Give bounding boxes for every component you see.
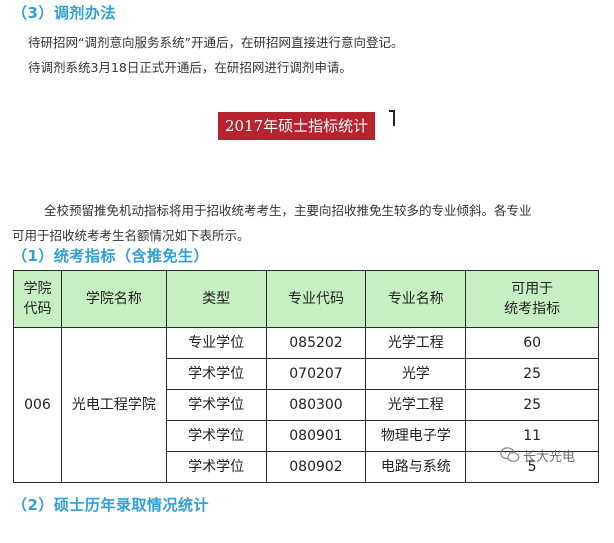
major-name-cell: 光学工程 — [365, 389, 467, 421]
major-name-cell: 物理电子学 — [365, 420, 467, 452]
header-type: 类型 — [165, 270, 267, 328]
major-name-cell: 电路与系统 — [365, 451, 467, 483]
type-cell: 专业学位 — [165, 327, 267, 359]
section3-line2: 待调剂系统3月18日正式开通后，在研招网进行调剂申请。 — [28, 60, 352, 75]
type-cell: 学术学位 — [165, 451, 267, 483]
type-cell: 学术学位 — [165, 389, 267, 421]
section2-title: （2）硕士历年录取情况统计 — [12, 496, 209, 514]
header-college-code-label: 学院 代码 — [23, 281, 52, 317]
type-cell: 学术学位 — [165, 358, 267, 390]
table-header-row: 学院 代码 学院名称 类型 专业代码 专业名称 可用于 统考指标 — [13, 270, 599, 328]
header-college-name: 学院名称 — [60, 270, 167, 328]
banner-text: 2017年硕士指标统计 — [218, 112, 376, 140]
major-code-cell: 080901 — [265, 420, 367, 452]
intro-line1: 全校预留推免机动指标将用于招收统考考生，主要向招收推免生较多的专业倾斜。各专业 — [44, 203, 532, 218]
major-name-cell: 光学 — [365, 358, 467, 390]
header-quota-label: 可用于 统考指标 — [504, 281, 561, 317]
section3-line1: 待研招网“调剂意向服务系统”开通后，在研招网直接进行意向登记。 — [28, 35, 404, 50]
quota-cell: 25 — [465, 389, 599, 421]
corner-mark-icon — [389, 110, 395, 126]
major-code-cell: 080902 — [265, 451, 367, 483]
header-major-name: 专业名称 — [365, 270, 467, 328]
section3-title: （3）调剂办法 — [12, 4, 116, 22]
section1-title: （1）统考指标（含推免生） — [12, 247, 209, 265]
header-major-code: 专业代码 — [265, 270, 367, 328]
header-quota: 可用于 统考指标 — [465, 270, 599, 328]
quota-cell: 60 — [465, 327, 599, 359]
quota-table: 学院 代码 学院名称 类型 专业代码 专业名称 可用于 统考指标 006 光电工… — [13, 270, 599, 483]
quota-cell: 5 — [465, 451, 599, 483]
college-code-cell: 006 — [13, 327, 62, 483]
major-code-cell: 080300 — [265, 389, 367, 421]
intro-line2: 可用于招收统考考生名额情况如下表所示。 — [12, 228, 250, 243]
major-name-cell: 光学工程 — [365, 327, 467, 359]
table-row: 006 光电工程学院 专业学位 085202 光学工程 60 — [13, 327, 599, 483]
banner: 2017年硕士指标统计 — [218, 112, 376, 140]
type-cell: 学术学位 — [165, 420, 267, 452]
major-code-cell: 070207 — [265, 358, 367, 390]
college-name-cell: 光电工程学院 — [60, 327, 167, 483]
quota-cell: 11 — [465, 420, 599, 452]
quota-cell: 25 — [465, 358, 599, 390]
major-code-cell: 085202 — [265, 327, 367, 359]
header-college-code: 学院 代码 — [13, 270, 62, 328]
